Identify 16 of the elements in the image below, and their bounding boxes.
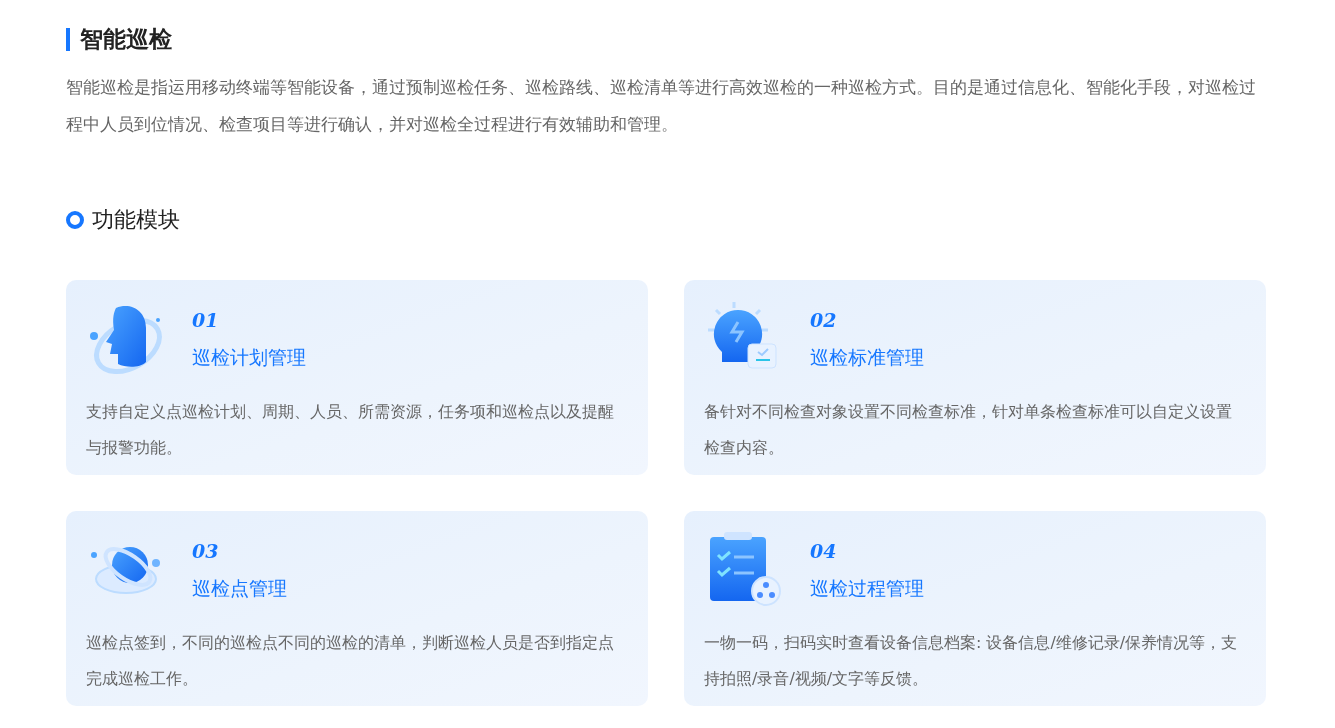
module-description: 备针对不同检查对象设置不同检查标准，针对单条检查标准可以自定义设置检查内容。: [704, 401, 1233, 459]
module-number: 03: [192, 539, 220, 564]
module-title: 巡检计划管理: [192, 344, 306, 370]
module-description: 巡检点签到，不同的巡检点不同的巡检的清单，判断巡检人员是否到指定点完成巡检工作。: [86, 632, 615, 690]
module-title: 巡检过程管理: [810, 575, 924, 601]
module-description: 一物一码，扫码实时查看设备信息档案: 设备信息/维修记录/保养情况等，支持拍照/录音/视频/文字等反馈。: [704, 632, 1239, 690]
page-title: 智能巡检: [66, 28, 1266, 51]
module-title: 巡检标准管理: [810, 344, 924, 370]
module-description: 支持自定义点巡检计划、周期、人员、所需资源，任务项和巡检点以及提醒与报警功能。: [86, 401, 615, 459]
intro-paragraph: 智能巡检是指运用移动终端等智能设备，通过预制巡检任务、巡检路线、巡检清单等进行高效巡检的一种巡检方式。目的是通过信息化、智能化手段，对巡检过程中人员到位情况、检查项目等进行确认，并对巡检全过程进行有效辅助和管理。: [66, 76, 1257, 136]
module-number: 04: [810, 539, 838, 564]
module-title: 巡检点管理: [192, 575, 287, 601]
module-number: 01: [192, 308, 220, 333]
ring-icon: [66, 210, 84, 229]
module-number: 02: [810, 308, 838, 333]
section-heading: 功能模块: [92, 206, 180, 234]
